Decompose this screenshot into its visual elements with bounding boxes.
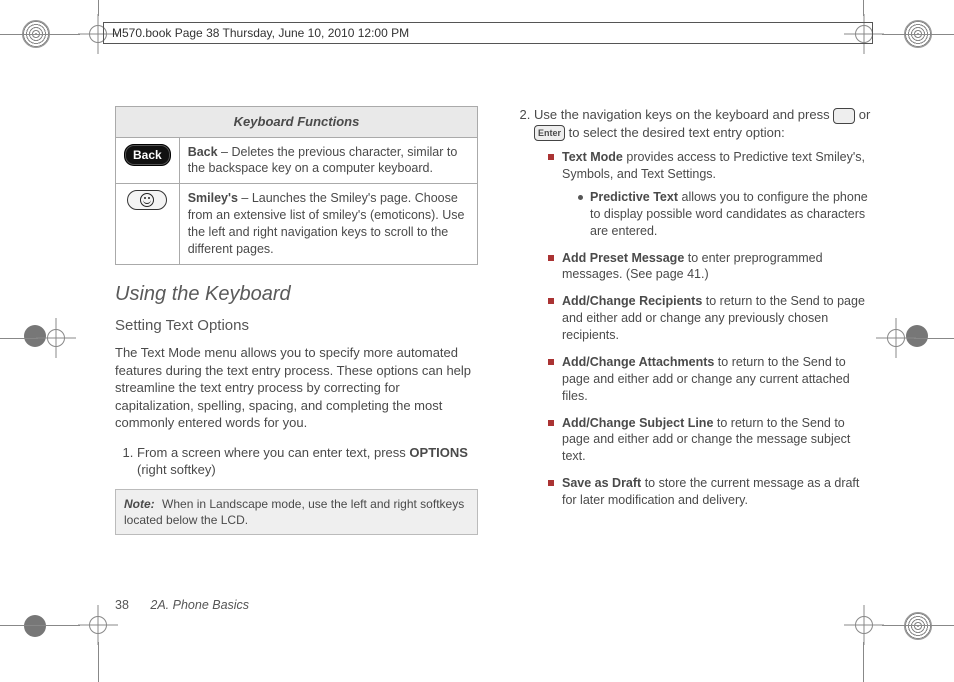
list-item: Save as Draft to store the current messa… [548,475,875,509]
list-item: Text Mode provides access to Predictive … [548,149,875,239]
smiley-key-icon [116,184,180,265]
crop-cross-ml [36,318,76,358]
crop-rule [882,625,954,626]
crop-rule [98,0,99,16]
crop-rule [98,642,99,682]
step-2: Use the navigation keys on the keyboard … [534,106,875,509]
page-content: Keyboard Functions Back Back – Deletes t… [115,106,875,596]
enter-key-icon: Enter [534,125,565,141]
table-row: Back Back – Deletes the previous charact… [116,137,478,184]
step-list-left: From a screen where you can enter text, … [115,444,478,479]
step-list-right: Use the navigation keys on the keyboard … [512,106,875,509]
crop-rule [863,0,864,16]
back-key-desc: Back – Deletes the previous character, s… [179,137,477,184]
keyboard-functions-table: Keyboard Functions Back Back – Deletes t… [115,106,478,265]
section-heading: Using the Keyboard [115,281,478,308]
crop-rule [882,34,954,35]
print-header: M570.book Page 38 Thursday, June 10, 201… [103,22,873,44]
crop-rule [0,625,80,626]
options-list: Text Mode provides access to Predictive … [534,149,875,509]
crop-rule [0,338,38,339]
list-item: Add/Change Subject Line to return to the… [548,415,875,466]
left-column: Keyboard Functions Back Back – Deletes t… [115,106,478,596]
note-text: When in Landscape mode, use the left and… [124,497,464,527]
note-box: Note: When in Landscape mode, use the le… [115,489,478,535]
crop-rule [863,642,864,682]
back-key-icon: Back [116,137,180,184]
sub-list-item: Predictive Text allows you to configure … [578,189,875,240]
smiley-key-desc: Smiley's – Launches the Smiley's page. C… [179,184,477,265]
options-softkey: OPTIONS [409,445,468,460]
crop-rule [0,34,80,35]
subsection-heading: Setting Text Options [115,316,478,336]
table-title: Keyboard Functions [116,107,478,138]
page-number: 38 [115,598,129,612]
note-label: Note: [124,497,155,511]
page-footer: 38 2A. Phone Basics [115,598,249,612]
crop-cross-mr [876,318,916,358]
crop-ornament-br [904,612,932,640]
crop-rule [914,338,954,339]
crop-dot-bl [24,615,46,637]
list-item: Add/Change Recipients to return to the S… [548,293,875,344]
table-row: Smiley's – Launches the Smiley's page. C… [116,184,478,265]
list-item: Add Preset Message to enter preprogramme… [548,250,875,284]
nav-key-icon [833,108,855,124]
crop-cross-br [844,605,884,645]
right-column: Use the navigation keys on the keyboard … [512,106,875,596]
intro-paragraph: The Text Mode menu allows you to specify… [115,344,478,432]
print-header-text: M570.book Page 38 Thursday, June 10, 201… [112,26,409,40]
footer-section: 2A. Phone Basics [150,598,249,612]
list-item: Add/Change Attachments to return to the … [548,354,875,405]
step-1: From a screen where you can enter text, … [137,444,478,479]
crop-cross-bl [78,605,118,645]
